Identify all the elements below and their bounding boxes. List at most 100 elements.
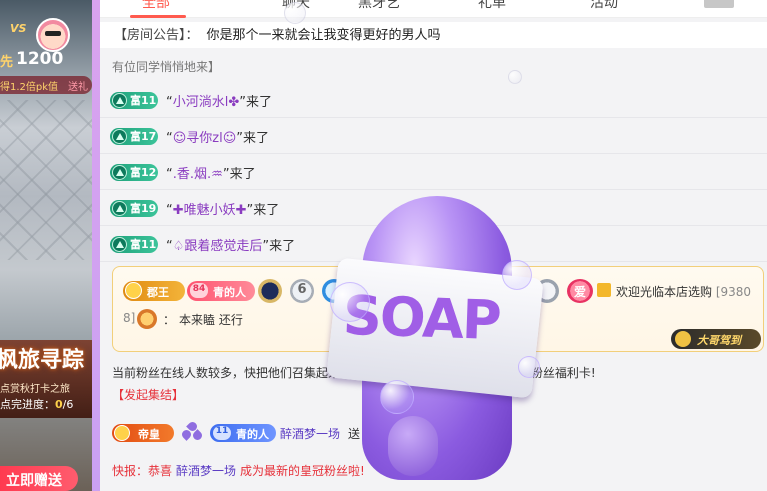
vs-label: VS [10,22,27,35]
announcement-label: 【房间公告】： [114,28,199,43]
big-brother-tag: 大哥驾到 [671,329,761,349]
welcome-message: 欢迎光临本店选购 [616,285,713,299]
autumn-trip-promo[interactable]: 枫旅寻踪 点赏秋打卡之旅 点完进度：0/6 [0,340,92,418]
big-brother-text: 大哥驾到 [697,334,741,347]
fan-club-badge[interactable]: 84 青的人 [187,281,255,301]
join-suffix: 来了 [229,167,256,182]
vip-welcome-text: 欢迎光临本店选购 [9380 [616,283,751,300]
join-suffix: 来了 [246,95,273,110]
fan-level: 11 [213,426,231,440]
join-suffix: 来了 [269,239,296,254]
wealth-level-badge: 富11 [110,236,158,253]
opponent-avatar[interactable] [36,18,70,52]
partial-system-message: 有位同学悄悄地来】 [112,60,221,74]
noble-title-badge[interactable]: 帝皇 [112,424,174,442]
noble-title-badge[interactable]: 郡王 [123,281,185,301]
panel-divider [92,0,100,491]
noble-title-text: 帝皇 [138,428,160,441]
pk-score-prefix: 先 [0,55,14,70]
wealth-level-text: 富11 [130,238,157,251]
join-text: “.香.烟.♒”来了 [166,167,256,182]
pk-score: 1200 [16,49,64,69]
gem-icon [112,165,127,180]
promo-progress-label: 点完进度： [0,398,55,411]
noble-title-text: 郡王 [147,286,169,299]
wealth-level-text: 富19 [130,202,157,215]
speech-colon: ： [163,313,176,327]
join-suffix: 来了 [253,203,280,218]
join-suffix: 来了 [243,131,270,146]
user-id-tail: 8] [123,311,136,325]
join-message: 富11 “小河淌水l✤”来了 [100,82,767,118]
car-icon[interactable] [704,0,734,8]
crown-medal-icon [125,282,142,299]
soap-bubble [502,260,532,290]
promo-title: 枫旅寻踪 [0,347,85,373]
speech-text: 本来瞌 还行 [179,313,243,327]
wealth-level-badge: 富19 [110,200,158,217]
user-nickname[interactable]: .香.烟.♒ [173,167,223,182]
bubble-decoration [508,70,522,84]
love-medal-icon[interactable]: 爱 [567,279,593,303]
wealth-level-text: 富17 [130,130,157,143]
car-badge-icon [675,331,691,347]
soap-character-leg [388,416,438,476]
star-medal-icon[interactable] [258,279,282,303]
promo-progress-current: 0 [55,398,63,411]
gem-icon [112,237,127,252]
join-text: “小河淌水l✤”来了 [166,95,273,110]
tab-heiya[interactable]: 黑牙艺 [358,0,400,12]
tab-events[interactable]: 活动 [590,0,618,12]
pk-multiplier-row[interactable]: 得1.2倍pk值 送礼 [0,76,92,94]
soap-bubble [518,356,540,378]
pk-multiplier-text: 得1.2倍pk值 [0,82,59,93]
soap-gift-animation: SOAP [326,196,545,486]
pk-send-link[interactable]: 送礼 [68,78,88,93]
fan-club-badge[interactable]: 11 青的人 [210,424,276,442]
pk-score-row: 先 1200 [0,48,92,72]
active-tab-indicator [130,15,186,18]
live-video-panel[interactable]: VS 先 1200 得1.2倍pk值 送礼 枫旅寻踪 点赏秋打卡之旅 点完进度：… [0,0,92,491]
emperor-medal-icon [114,425,130,441]
gem-icon [112,201,127,216]
start-rally-link[interactable]: 【发起集结】 [112,386,184,403]
fan-club-name: 青的人 [213,286,246,299]
fan-club-name: 青的人 [236,428,269,441]
lion-icon [137,309,157,329]
user-nickname[interactable]: ✚唯魅小妖✚ [173,203,247,218]
user-nickname[interactable]: ♤跟着感觉走后 [173,239,263,254]
vip-speech: ：本来瞌 还行 [163,311,243,328]
user-id-head: [9380 [715,285,752,299]
promo-progress-total: /6 [62,398,74,411]
promo-progress: 点完进度：0/6 [0,396,73,412]
join-text: “☺寻你zl☺”来了 [166,131,270,146]
gem-icon [112,93,127,108]
wealth-level-badge: 富17 [110,128,158,145]
tab-all[interactable]: 全部 [142,0,170,12]
six-medal-icon[interactable]: 6 [290,279,314,303]
user-nickname[interactable]: ☺寻你zl☺ [173,131,237,146]
wealth-level-badge: 富12 [110,164,158,181]
join-message: 富17 “☺寻你zl☺”来了 [100,118,767,154]
user-nickname[interactable]: 小河淌水l✤ [173,95,240,110]
news-flash: 快报：恭喜 醉酒梦一场 成为最新的皇冠粉丝啦! [112,462,365,479]
wealth-level-badge: 富11 [110,92,158,109]
gem-icon [112,129,127,144]
news-user[interactable]: 醉酒梦一场 [176,464,236,478]
join-message: 富12 “.香.烟.♒”来了 [100,154,767,190]
join-text: “♤跟着感觉走后”来了 [166,239,296,254]
promo-subtitle: 点赏秋打卡之旅 [0,384,70,395]
flower-icon [180,420,204,444]
send-gift-button[interactable]: 立即赠送 [0,466,78,491]
soap-bubble [380,380,414,414]
soap-bubble [330,282,370,322]
wealth-level-text: 富12 [130,166,157,179]
chat-tabs: 全部 聊天 黑牙艺 礼单 活动 [100,0,767,18]
tab-gift-list[interactable]: 礼单 [478,0,506,12]
wealth-level-text: 富11 [130,94,157,107]
fan-level: 84 [190,283,208,298]
pk-vs-bar: VS [0,8,92,52]
bubble-decoration [284,2,306,24]
video-background-pattern [0,100,92,260]
join-text: “✚唯魅小妖✚”来了 [166,203,280,218]
